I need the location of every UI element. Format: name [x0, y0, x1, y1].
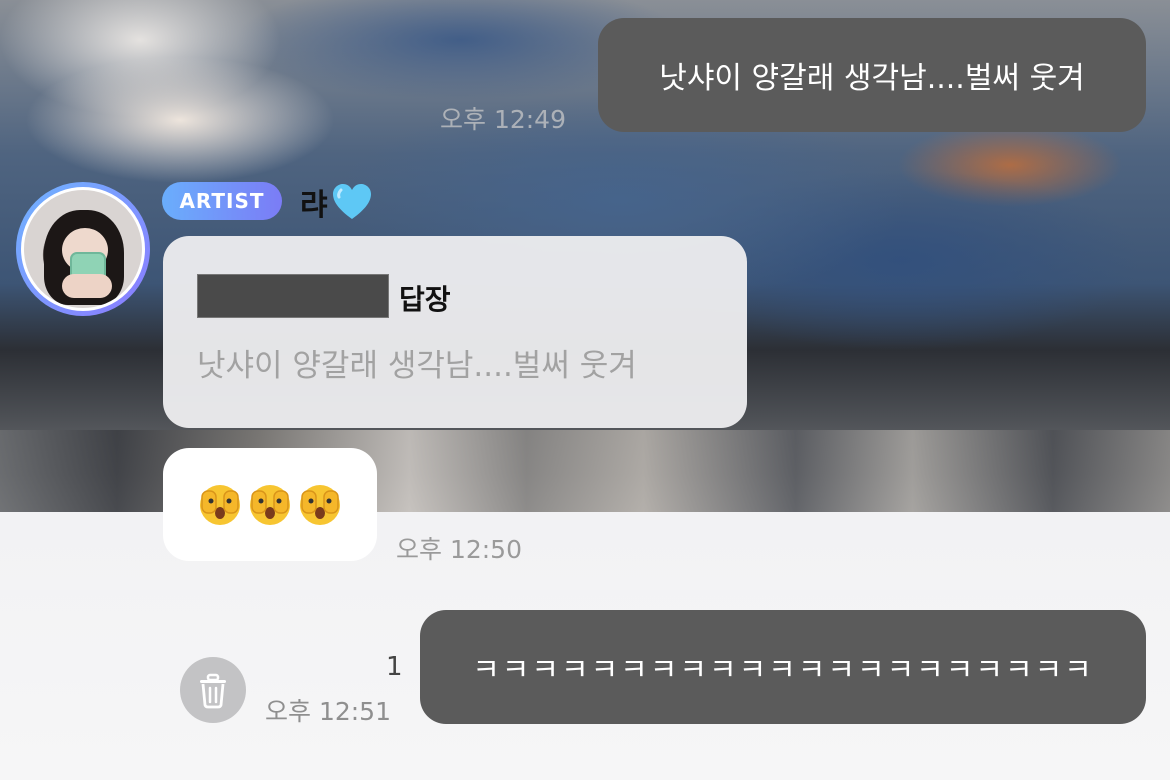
- reply-quoted-text: 낫샤이 양갈래 생각남....벌써 웃겨: [197, 348, 637, 384]
- sent-message-bubble[interactable]: 낫샤이 양갈래 생각남....벌써 웃겨: [598, 18, 1146, 132]
- reply-label: 답장: [399, 283, 451, 316]
- artist-name: 랴: [300, 180, 372, 224]
- sent-message-text: 낫샤이 양갈래 생각남....벌써 웃겨: [659, 61, 1085, 96]
- reply-message-bubble[interactable]: 답장 낫샤이 양갈래 생각남....벌써 웃겨: [163, 236, 747, 428]
- message-timestamp: 오후 12:49: [440, 105, 566, 134]
- artist-badge: ARTIST: [162, 182, 282, 220]
- face-hands-over-eyes-icon: [250, 484, 290, 525]
- unread-count: 1: [386, 652, 403, 682]
- message-timestamp: 오후 12:51: [265, 697, 391, 726]
- heart-icon: [332, 184, 371, 219]
- face-hands-over-eyes-icon: [300, 484, 340, 525]
- message-timestamp: 오후 12:50: [396, 535, 522, 564]
- redacted-username: [197, 274, 389, 318]
- artist-name-text: 랴: [300, 188, 328, 223]
- face-hands-over-eyes-icon: [200, 484, 240, 525]
- avatar-photo: [21, 187, 145, 311]
- emoji-message-bubble[interactable]: [163, 448, 377, 561]
- sent-message-text: ㅋㅋㅋㅋㅋㅋㅋㅋㅋㅋㅋㅋㅋㅋㅋㅋㅋㅋㅋㅋㅋ: [472, 653, 1094, 688]
- artist-avatar[interactable]: [16, 182, 150, 316]
- trash-icon: [200, 673, 226, 709]
- sent-message-bubble[interactable]: ㅋㅋㅋㅋㅋㅋㅋㅋㅋㅋㅋㅋㅋㅋㅋㅋㅋㅋㅋㅋㅋ: [420, 610, 1146, 724]
- delete-button[interactable]: [180, 657, 246, 723]
